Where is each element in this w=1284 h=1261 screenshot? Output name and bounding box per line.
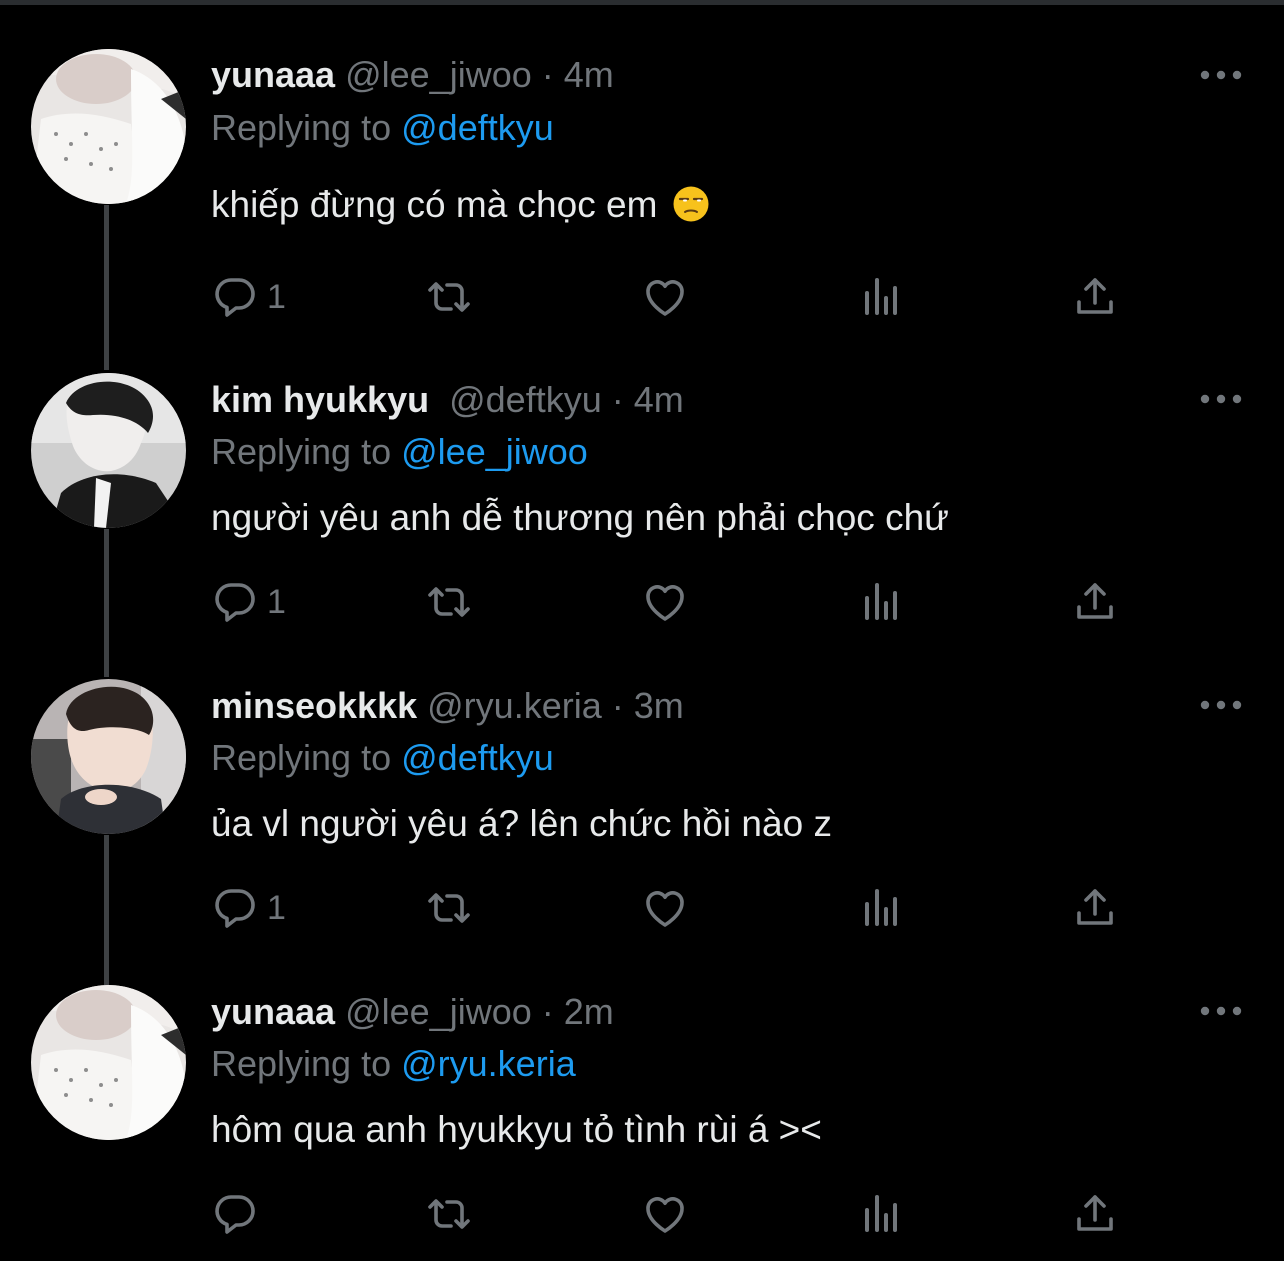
retweet-icon	[425, 578, 473, 626]
timestamp[interactable]: 4m	[634, 379, 684, 420]
replying-label: Replying to	[211, 1043, 392, 1084]
like-button[interactable]	[641, 576, 689, 628]
reply-button[interactable]: 1	[211, 576, 286, 628]
analytics-icon	[857, 884, 905, 932]
more-icon[interactable]	[1198, 389, 1244, 409]
replying-label: Replying to	[211, 431, 392, 472]
separator-dot: ·	[541, 991, 554, 1032]
retweet-button[interactable]	[425, 576, 473, 628]
like-button[interactable]	[641, 882, 689, 934]
mention-link[interactable]: @lee_jiwoo	[401, 431, 588, 472]
action-bar: 1	[211, 576, 1131, 628]
share-icon	[1071, 884, 1119, 932]
tweet-text-row: hôm qua anh hyukkyu tỏ tình rùi á ><	[211, 1107, 822, 1153]
tweet-header: minseokkkk @ryu.keria · 3m	[211, 684, 684, 728]
analytics-icon	[857, 578, 905, 626]
separator-dot: ·	[611, 379, 624, 420]
action-bar: 1	[211, 882, 1131, 934]
tweet-header: kim hyukkyu @deftkyu · 4m	[211, 378, 684, 422]
separator-dot: ·	[611, 685, 624, 726]
action-bar	[211, 1188, 1131, 1240]
user-handle[interactable]: @lee_jiwoo	[345, 991, 532, 1032]
replying-to: Replying to @ryu.keria	[211, 1042, 576, 1086]
mention-link[interactable]: @ryu.keria	[401, 1043, 576, 1084]
thread-line	[104, 835, 109, 985]
analytics-button[interactable]	[857, 576, 905, 628]
avatar[interactable]	[31, 985, 186, 1140]
analytics-button[interactable]	[857, 1188, 905, 1240]
display-name[interactable]: yunaaa	[211, 991, 335, 1032]
tweet-text-row: ủa vl người yêu á? lên chức hồi nào z	[211, 801, 832, 847]
share-button[interactable]	[1071, 576, 1119, 628]
replying-to: Replying to @lee_jiwoo	[211, 430, 588, 474]
more-icon[interactable]	[1198, 695, 1244, 715]
analytics-icon	[857, 1190, 905, 1238]
replying-to: Replying to @deftkyu	[211, 736, 554, 780]
display-name[interactable]: minseokkkk	[211, 685, 417, 726]
replying-label: Replying to	[211, 737, 392, 778]
tweet-text: người yêu anh dễ thương nên phải chọc ch…	[211, 497, 949, 538]
retweet-icon	[425, 884, 473, 932]
like-icon	[641, 578, 689, 626]
reply-button[interactable]: 1	[211, 882, 286, 934]
reply-count: 1	[267, 582, 286, 621]
share-button[interactable]	[1071, 1188, 1119, 1240]
avatar[interactable]	[31, 679, 186, 834]
reply-button[interactable]	[211, 1188, 267, 1240]
tweet-text: hôm qua anh hyukkyu tỏ tình rùi á ><	[211, 1109, 822, 1150]
tweet[interactable]: yunaaa @lee_jiwoo · 2m Replying to @ryu.…	[0, 0, 1284, 306]
tweet-text: ủa vl người yêu á? lên chức hồi nào z	[211, 803, 832, 844]
reply-icon	[211, 884, 259, 932]
display-name[interactable]: kim hyukkyu	[211, 379, 429, 420]
reply-icon	[211, 1190, 259, 1238]
share-button[interactable]	[1071, 882, 1119, 934]
timestamp[interactable]: 3m	[634, 685, 684, 726]
reply-count: 1	[267, 888, 286, 927]
timestamp[interactable]: 2m	[564, 991, 614, 1032]
tweet-header: yunaaa @lee_jiwoo · 2m	[211, 990, 614, 1034]
retweet-icon	[425, 1190, 473, 1238]
retweet-button[interactable]	[425, 882, 473, 934]
analytics-button[interactable]	[857, 882, 905, 934]
thread-line	[104, 529, 109, 677]
tweet-text-row: người yêu anh dễ thương nên phải chọc ch…	[211, 495, 949, 541]
share-icon	[1071, 1190, 1119, 1238]
more-icon[interactable]	[1198, 1001, 1244, 1021]
mention-link[interactable]: @deftkyu	[401, 737, 554, 778]
avatar[interactable]	[31, 373, 186, 528]
like-icon	[641, 1190, 689, 1238]
like-button[interactable]	[641, 1188, 689, 1240]
user-handle[interactable]: @ryu.keria	[427, 685, 602, 726]
like-icon	[641, 884, 689, 932]
share-icon	[1071, 578, 1119, 626]
reply-icon	[211, 578, 259, 626]
user-handle[interactable]: @deftkyu	[449, 379, 602, 420]
retweet-button[interactable]	[425, 1188, 473, 1240]
